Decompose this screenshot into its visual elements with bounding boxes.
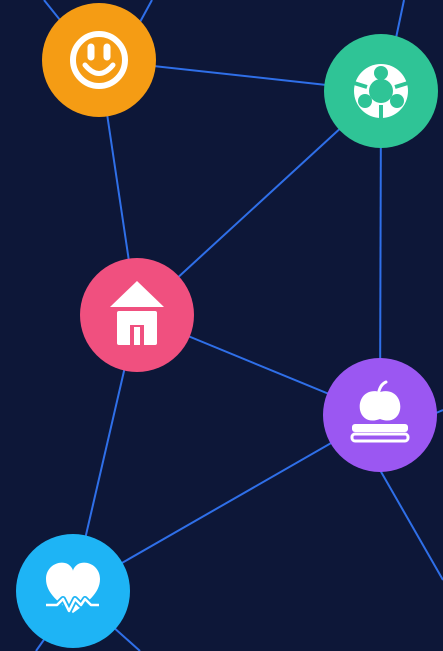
people-circle-icon (353, 64, 409, 118)
people-circle-node[interactable] (324, 34, 438, 148)
network-diagram (0, 0, 443, 651)
node-circle (42, 3, 156, 117)
home-node[interactable] (80, 258, 194, 372)
health-node[interactable] (16, 534, 130, 648)
smiley-face-node[interactable] (42, 3, 156, 117)
education-node[interactable] (323, 358, 437, 472)
